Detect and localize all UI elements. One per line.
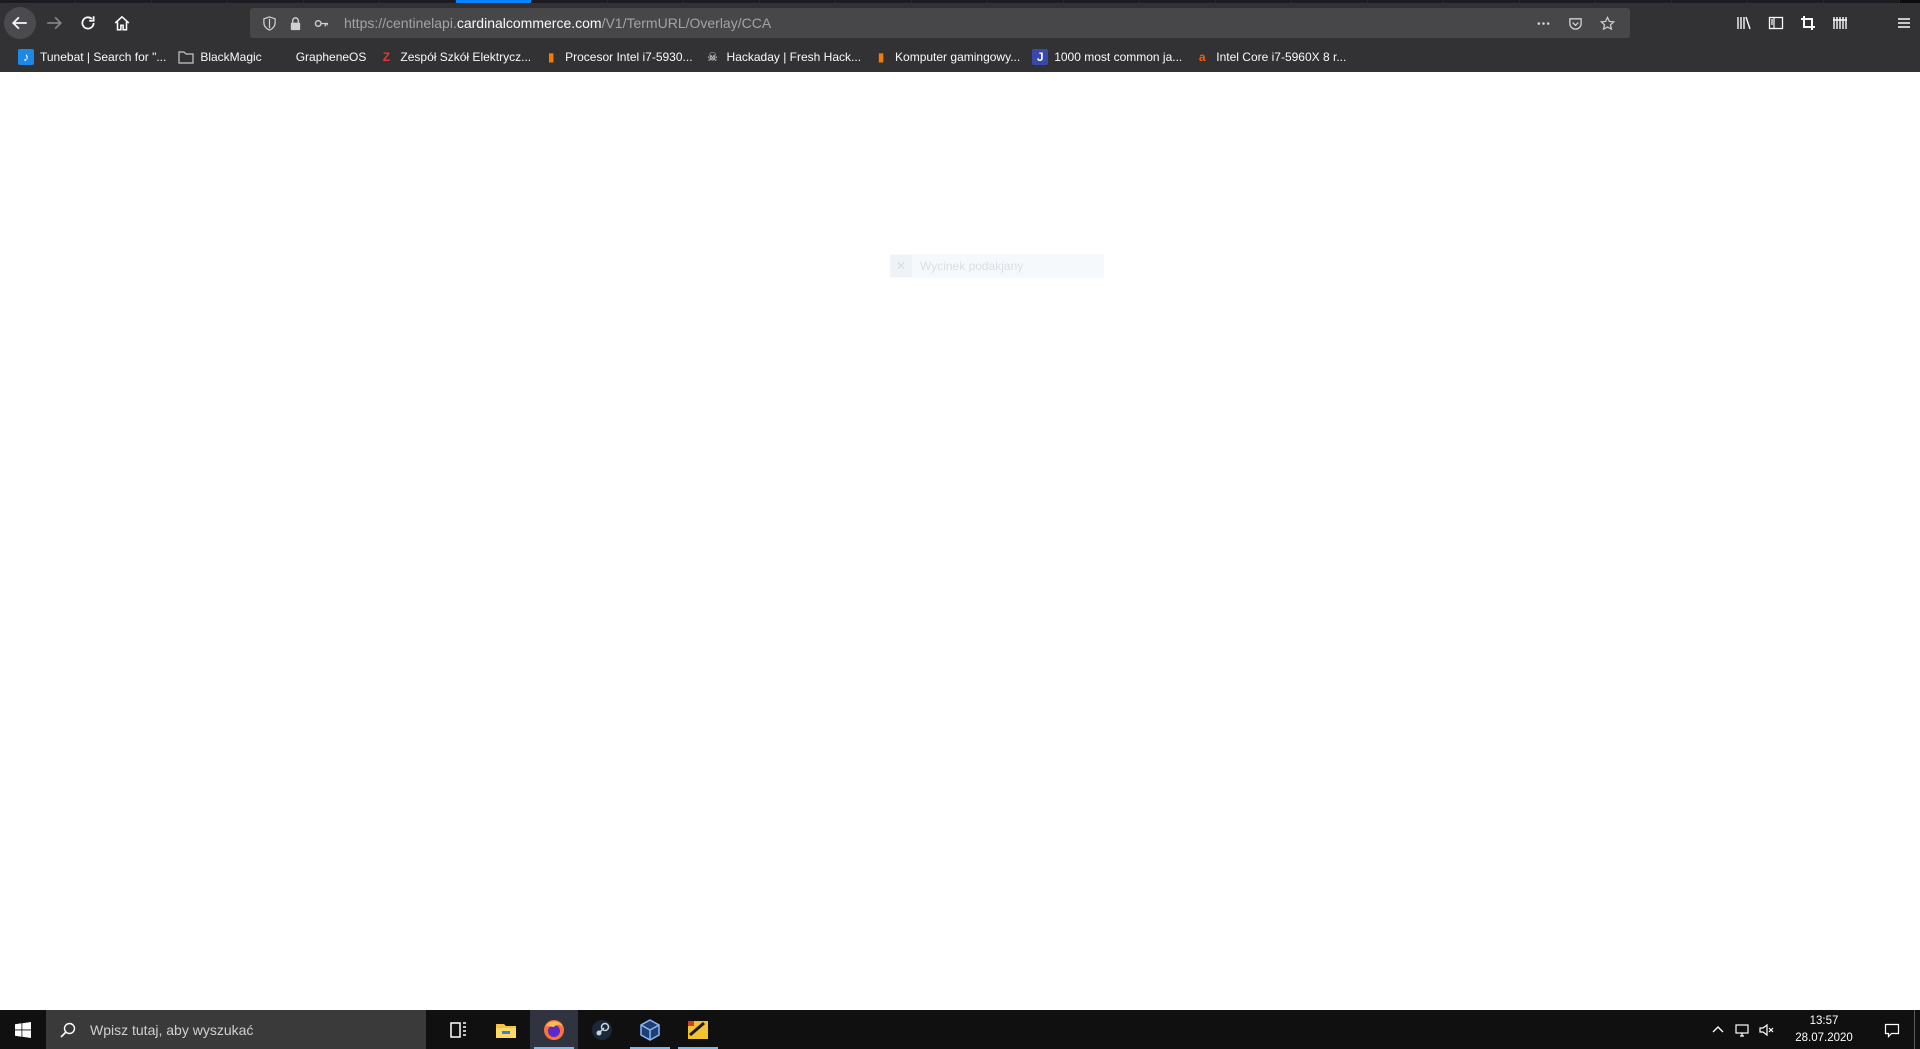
nav-toolbar: https://centinelapi.cardinalcommerce.com… (0, 3, 1920, 42)
home-icon (114, 15, 130, 31)
ceneo-icon: ▮ (547, 50, 555, 64)
firefox-icon (544, 1019, 564, 1040)
broken-image: ✕ Wycinek podakjany (890, 254, 1104, 278)
hamburger-icon (1898, 17, 1910, 28)
crop-icon (1801, 15, 1815, 30)
star-icon (1599, 15, 1615, 30)
bookmark-item[interactable]: Z Zespół Szkół Elektrycz... (376, 44, 537, 70)
action-center-button[interactable] (1870, 1010, 1914, 1049)
bookmark-item[interactable]: ▮ Komputer gamingowy... (871, 44, 1026, 70)
page-actions-button[interactable] (1532, 12, 1554, 34)
forward-button[interactable] (38, 7, 70, 39)
menu-button[interactable] (1888, 7, 1920, 39)
bookmark-star-button[interactable] (1596, 12, 1618, 34)
broken-image-icon: ✕ (890, 255, 912, 277)
arrow-left-icon (11, 16, 27, 29)
home-button[interactable] (106, 7, 138, 39)
extension-button[interactable] (1824, 7, 1856, 39)
allegro-icon: a (1198, 50, 1206, 64)
arrow-right-icon (47, 16, 63, 29)
pocket-button[interactable] (1564, 12, 1586, 34)
folder-icon (178, 49, 194, 65)
bookmark-item[interactable]: ☠ Hackaday | Fresh Hack... (703, 44, 868, 70)
pocket-icon (1568, 17, 1582, 30)
task-view-button[interactable] (434, 1010, 482, 1049)
key-icon[interactable] (310, 12, 332, 34)
sidebar-button[interactable] (1760, 7, 1792, 39)
volume-button[interactable] (1754, 1010, 1778, 1049)
address-bar[interactable]: https://centinelapi.cardinalcommerce.com… (250, 8, 1630, 38)
grapheneos-icon: ⁂ (275, 50, 288, 64)
ellipsis-icon (1537, 21, 1549, 25)
url-text[interactable]: https://centinelapi.cardinalcommerce.com… (344, 15, 771, 31)
bookmark-label: 1000 most common ja... (1054, 50, 1183, 64)
url-prefix: https://centinelapi. (344, 15, 457, 31)
ceneo-icon: ▮ (877, 50, 885, 64)
bookmark-label: Intel Core i7-5960X 8 r... (1216, 50, 1347, 64)
tray-overflow-button[interactable] (1706, 1010, 1730, 1049)
yellow-app-button[interactable] (674, 1010, 722, 1049)
start-button[interactable] (0, 1010, 46, 1049)
bookmark-item[interactable]: ⁂ GrapheneOS (272, 44, 373, 70)
bookmark-label: Hackaday | Fresh Hack... (726, 50, 862, 64)
bookmark-label: Tunebat | Search for "... (40, 50, 167, 64)
bookmark-label: Zespół Szkół Elektrycz... (400, 50, 532, 64)
bookmark-item[interactable]: a Intel Core i7-5960X 8 r... (1192, 44, 1352, 70)
library-icon (1737, 16, 1751, 29)
bookmark-item[interactable]: ♪ Tunebat | Search for "... (16, 44, 172, 70)
virtualbox-button[interactable] (626, 1010, 674, 1049)
url-path: /V1/TermURL/Overlay/CCA (601, 15, 772, 31)
bookmark-label: BlackMagic (200, 50, 262, 64)
url-host: cardinalcommerce.com (456, 15, 602, 31)
steam-icon (592, 1019, 612, 1040)
bookmark-item[interactable]: ▮ Procesor Intel i7-5930... (541, 44, 698, 70)
bookmark-item[interactable]: J 1000 most common ja... (1030, 44, 1188, 70)
library-button[interactable] (1728, 7, 1760, 39)
clock-time: 13:57 (1809, 1014, 1839, 1027)
search-placeholder: Wpisz tutaj, aby wyszukać (90, 1021, 254, 1038)
file-explorer-button[interactable] (482, 1010, 530, 1049)
zse-icon: Z (382, 50, 391, 64)
taskbar: Wpisz tutaj, aby wyszukać 13:57 28.07.20… (0, 1010, 1920, 1049)
back-button[interactable] (4, 6, 36, 39)
extension-icon (1833, 16, 1847, 29)
network-icon (1735, 1023, 1749, 1037)
folder-icon (496, 1023, 516, 1038)
show-desktop-button[interactable] (1914, 1010, 1920, 1049)
page-content: ✕ Wycinek podakjany (0, 72, 1920, 1010)
virtualbox-icon (640, 1018, 660, 1041)
chevron-up-icon (1712, 1025, 1724, 1032)
taskbar-search[interactable]: Wpisz tutaj, aby wyszukać (46, 1010, 426, 1049)
reload-icon (81, 15, 95, 29)
sidebar-icon (1768, 16, 1784, 29)
bookmarks-toolbar: ♪ Tunebat | Search for "... BlackMagic ⁂ Gra… (0, 42, 1920, 72)
clock[interactable]: 13:57 28.07.2020 (1782, 1013, 1866, 1047)
network-button[interactable] (1730, 1010, 1754, 1049)
volume-muted-icon (1759, 1023, 1774, 1036)
notification-icon (1884, 1023, 1900, 1038)
bookmark-item[interactable]: BlackMagic (176, 44, 267, 70)
bookmark-label: Komputer gamingowy... (895, 50, 1021, 64)
hackaday-icon: ☠ (707, 50, 718, 64)
system-tray: 13:57 28.07.2020 (1706, 1010, 1920, 1049)
tunebat-icon: ♪ (18, 49, 34, 65)
reload-button[interactable] (72, 7, 104, 39)
search-icon (60, 1022, 76, 1038)
bookmark-label: Procesor Intel i7-5930... (565, 50, 693, 64)
clock-date: 28.07.2020 (1795, 1031, 1853, 1044)
task-view-icon (450, 1021, 466, 1038)
yellow-app-icon (688, 1020, 708, 1039)
bookmark-label: GrapheneOS (295, 50, 367, 64)
j-icon: J (1032, 49, 1049, 65)
screenshot-button[interactable] (1792, 7, 1824, 39)
broken-image-alt-text: Wycinek podakjany (920, 259, 1024, 273)
steam-button[interactable] (578, 1010, 626, 1049)
lock-icon[interactable] (284, 12, 306, 34)
windows-icon (15, 1021, 31, 1038)
firefox-button[interactable] (530, 1010, 578, 1049)
tracking-protection-icon[interactable] (258, 12, 280, 34)
